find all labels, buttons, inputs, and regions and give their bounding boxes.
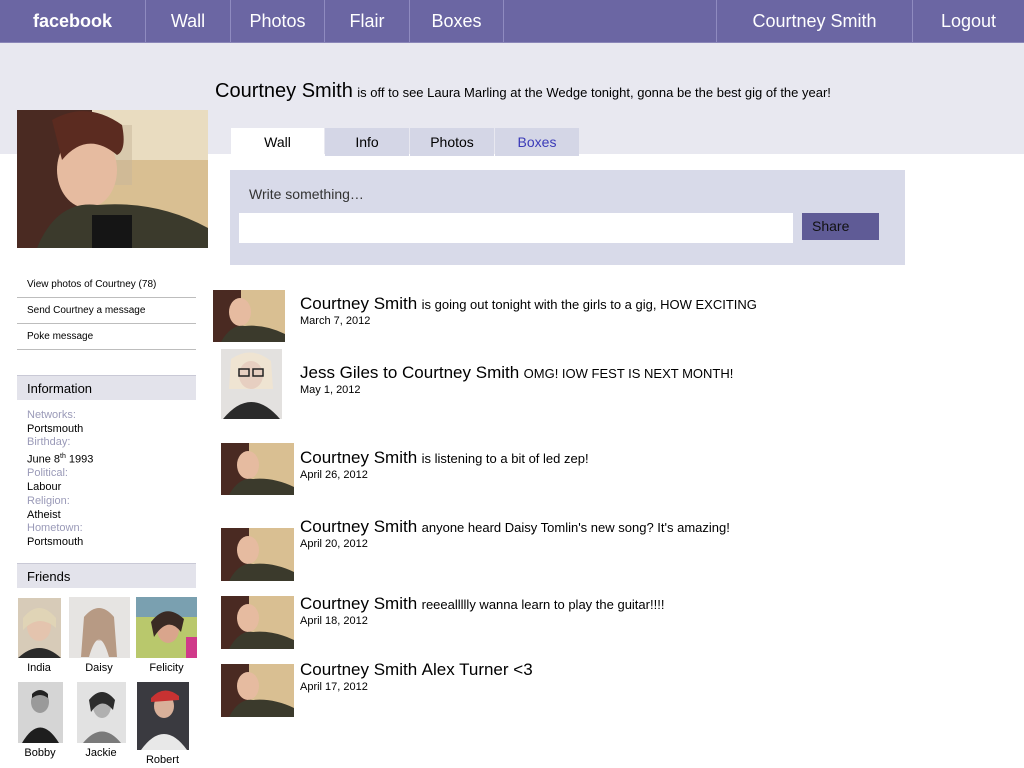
post-author-avatar[interactable] [221,443,294,495]
post-author[interactable]: Courtney Smith [300,594,417,613]
post-date: March 7, 2012 [300,315,371,327]
info-value: Labour [27,481,62,494]
friend-item[interactable]: Felicity [136,597,197,674]
post-author[interactable]: Courtney Smith [300,660,417,679]
friend-item[interactable]: Bobby [17,682,63,759]
friend-name: Jackie [85,747,117,759]
post-author-avatar[interactable] [221,349,282,419]
friend-avatar [68,597,130,658]
info-value: Portsmouth [27,422,84,435]
status-text: is off to see Laura Marling at the Wedge… [357,85,831,100]
wall-post-input[interactable] [239,213,793,243]
profile-actions: View photos of Courtney (78) Send Courtn… [17,273,196,351]
nav-user-name[interactable]: Courtney Smith [717,0,912,42]
info-label: Birthday: [27,436,71,449]
info-value: Portsmouth [27,535,84,548]
nav-link-photos[interactable]: Photos [231,0,324,42]
nav-divider [503,0,504,42]
post-date: April 26, 2012 [300,469,368,481]
info-value: Atheist [27,508,61,521]
friend-avatar [136,682,189,750]
post-date: May 1, 2012 [300,384,361,396]
info-label: Political: [27,467,68,480]
logout-button[interactable]: Logout [913,0,1024,42]
profile-picture[interactable] [17,110,208,248]
send-message-link[interactable]: Send Courtney a message [17,299,196,324]
post-message: OMG! IOW FEST IS NEXT MONTH! [523,366,734,381]
birthday-day: June 8 [27,453,61,466]
tab-boxes[interactable]: Boxes [495,128,579,156]
info-label: Religion: [27,494,70,507]
composer-prompt: Write something… [249,186,364,202]
information-fields: Networks: Portsmouth Birthday: June 8th … [27,409,93,550]
post-author-avatar[interactable] [221,596,294,649]
post-author[interactable]: Courtney Smith [300,448,417,467]
friends-heading: Friends [17,563,196,588]
friend-name: Daisy [85,662,113,674]
info-label: Hometown: [27,522,83,535]
post-author[interactable]: Courtney Smith [300,517,417,536]
friend-item[interactable]: Daisy [68,597,130,674]
friend-avatar [76,682,126,743]
post-message: is going out tonight with the girls to a… [421,297,757,312]
top-nav-bar: facebook Wall Photos Flair Boxes Courtne… [0,0,1024,43]
wall-composer: Write something… Share [230,170,905,265]
post-date: April 18, 2012 [300,615,368,627]
nav-link-wall[interactable]: Wall [146,0,230,42]
info-label: Networks: [27,409,76,421]
post-message: is listening to a bit of led zep! [421,451,589,466]
friend-avatar [136,597,197,658]
nav-link-flair[interactable]: Flair [325,0,409,42]
friend-avatar [17,598,61,658]
post-message: reeeallllly wanna learn to play the guit… [421,597,665,612]
post-author-avatar[interactable] [221,664,294,717]
share-button[interactable]: Share [802,213,879,240]
tab-wall[interactable]: Wall [231,128,324,156]
post-author[interactable]: Jess Giles to Courtney Smith [300,363,519,382]
friend-item[interactable]: Robert [136,682,189,766]
poke-link[interactable]: Poke message [17,325,196,350]
tab-photos[interactable]: Photos [410,128,494,156]
post-date: April 17, 2012 [300,681,368,693]
post-author[interactable]: Courtney Smith [300,294,417,313]
friend-item[interactable]: India [17,598,61,674]
nav-link-boxes[interactable]: Boxes [410,0,503,42]
friend-name: India [27,662,51,674]
post-author-avatar[interactable] [221,528,294,581]
friend-name: Felicity [149,662,184,674]
profile-status: Courtney Smith is off to see Laura Marli… [215,80,831,103]
friend-name: Robert [145,754,180,766]
post-message: anyone heard Daisy Tomlin's new song? It… [421,520,730,535]
friend-name: Bobby [24,747,56,759]
tab-info[interactable]: Info [325,128,409,156]
profile-name[interactable]: Courtney Smith [215,80,353,102]
post-message: Alex Turner <3 [421,660,533,679]
friend-avatar [17,682,63,743]
view-photos-link[interactable]: View photos of Courtney (78) [17,273,196,298]
facebook-logo[interactable]: facebook [0,0,145,42]
information-heading: Information [17,375,196,400]
friend-item[interactable]: Jackie [76,682,126,759]
info-value: June 8th 1993 [27,450,93,467]
post-date: April 20, 2012 [300,538,368,550]
birthday-year: 1993 [65,453,94,466]
post-author-avatar[interactable] [213,290,285,342]
